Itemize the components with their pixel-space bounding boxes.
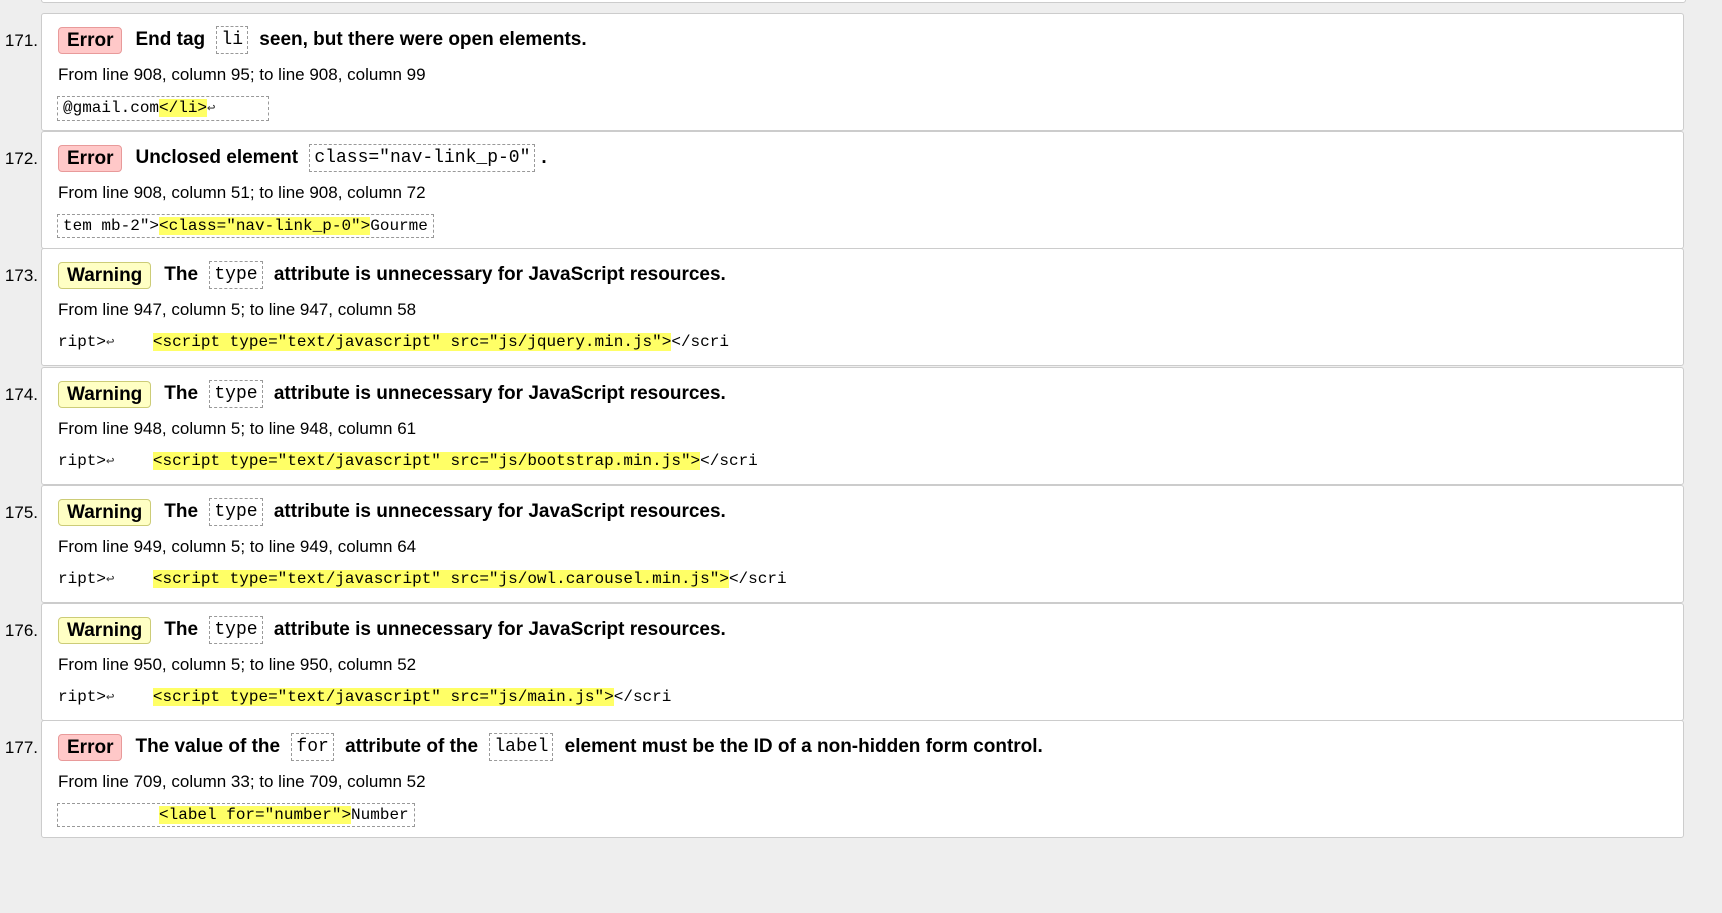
error-badge: Error [58,144,123,172]
source-extract: <label for="number">Number [57,803,415,827]
message-text-segment: seen, but there were open elements. [254,29,587,50]
warning-badge: Warning [58,261,152,289]
message-number: 171. [4,31,38,50]
extract-text: ript> [58,688,107,706]
error-badge: Error [58,733,123,761]
message-number: 176. [4,621,38,640]
message-heading: Warning The type attribute is unnecessary… [58,615,726,645]
message-location: From line 908, column 95; to line 908, c… [58,65,426,84]
message-number: 177. [4,738,38,757]
message-text: The type attribute is unnecessary for Ja… [164,615,726,645]
highlighted-code: <script type="text/javascript" src="js/m… [152,688,614,706]
code-token: label [489,733,554,761]
source-extract: tem mb-2"><class="nav-link_p-0">Gourme [57,214,434,238]
extract-text [114,452,152,470]
message-text-segment: attribute of the [339,736,484,757]
message-text-segment: element must be the ID of a non-hidden f… [559,736,1043,757]
message-text-segment: The [164,383,204,404]
code-token: for [291,733,334,761]
message-heading: Warning The type attribute is unnecessary… [58,379,726,409]
message-location: From line 709, column 33; to line 709, c… [58,772,426,791]
extract-text: ript> [58,570,107,588]
message-heading: Warning The type attribute is unnecessary… [58,497,726,527]
message-text-segment: End tag [135,29,211,50]
message-text: The type attribute is unnecessary for Ja… [164,260,726,290]
highlighted-code: <script type="text/javascript" src="js/o… [152,570,729,588]
extract-text: Gourme [370,217,428,235]
code-token: type [209,380,263,408]
extract-text: ript> [58,452,107,470]
message-text-segment: attribute is unnecessary for JavaScript … [268,383,726,404]
message-number: 173. [4,266,38,285]
code-token: li [216,26,249,54]
code-token: class="nav-link_p-0" [309,144,536,172]
message-text: The type attribute is unnecessary for Ja… [164,497,726,527]
message-text-segment: The value of the [135,736,286,757]
message-card-warning: Warning The type attribute is unnecessary… [41,248,1684,366]
message-number: 175. [4,503,38,522]
highlighted-code: </li> [159,99,208,117]
extract-text [215,99,263,117]
extract-text: Number [351,806,409,824]
message-heading: Warning The type attribute is unnecessary… [58,260,726,290]
message-text-segment: The [164,501,204,522]
validator-message-list: 171. Error End tag li seen, but there were… [0,0,1722,913]
message-heading: Error The value of the for attribute of t… [58,732,1043,762]
warning-badge: Warning [58,616,152,644]
previous-message-card-edge [41,0,1686,3]
message-card-error: Error End tag li seen, but there were ope… [41,13,1684,131]
message-card-error: Error The value of the for attribute of t… [41,720,1684,838]
extract-text: tem mb-2"> [63,217,160,235]
code-token: type [209,616,263,644]
message-text: Unclosed element class="nav-link_p-0". [135,143,547,173]
extract-text: </scri [728,570,787,588]
extract-text: </scri [671,333,729,351]
message-text-segment: attribute is unnecessary for JavaScript … [268,264,726,285]
warning-badge: Warning [58,498,152,526]
source-extract: ript>↩ <script type="text/javascript" sr… [58,450,758,473]
error-badge: Error [58,26,123,54]
message-card-warning: Warning The type attribute is unnecessary… [41,485,1684,603]
extract-text: </scri [613,688,672,706]
highlighted-code: <script type="text/javascript" src="js/j… [152,333,672,351]
message-text-segment: attribute is unnecessary for JavaScript … [268,501,726,522]
message-text: The type attribute is unnecessary for Ja… [164,379,726,409]
message-number: 174. [4,385,38,404]
message-heading: Error Unclosed element class="nav-link_p-… [58,143,547,173]
code-token: type [209,261,263,289]
message-location: From line 948, column 5; to line 948, co… [58,419,417,438]
message-text-segment: . [541,147,547,168]
message-number: 172. [4,149,38,168]
message-location: From line 950, column 5; to line 950, co… [58,655,417,674]
source-extract: ript>↩ <script type="text/javascript" sr… [58,568,787,591]
highlighted-code: <class="nav-link_p-0"> [159,217,371,235]
message-text: End tag li seen, but there were open ele… [135,25,587,55]
message-text-segment: The [164,619,204,640]
source-extract: ript>↩ <script type="text/javascript" sr… [58,331,729,354]
message-text-segment: attribute is unnecessary for JavaScript … [268,619,726,640]
message-heading: Error End tag li seen, but there were ope… [58,25,587,55]
message-card-error: Error Unclosed element class="nav-link_p-… [41,131,1684,249]
message-text-segment: Unclosed element [135,147,304,168]
message-card-warning: Warning The type attribute is unnecessary… [41,367,1684,485]
message-text: The value of the for attribute of the la… [135,732,1043,762]
extract-text [114,570,152,588]
extract-text [63,806,159,824]
code-token: type [209,498,263,526]
extract-text [114,333,152,351]
highlighted-code: <script type="text/javascript" src="js/b… [152,452,701,470]
message-card-warning: Warning The type attribute is unnecessary… [41,603,1684,721]
message-location: From line 908, column 51; to line 908, c… [58,183,426,202]
message-location: From line 949, column 5; to line 949, co… [58,537,417,556]
message-location: From line 947, column 5; to line 947, co… [58,300,417,319]
extract-text: @gmail.com [63,99,160,117]
message-text-segment: The [164,264,204,285]
extract-text [114,688,152,706]
extract-text: ript> [58,333,107,351]
warning-badge: Warning [58,380,152,408]
source-extract: @gmail.com</li>↩ [57,96,270,121]
highlighted-code: <label for="number"> [159,806,352,824]
source-extract: ript>↩ <script type="text/javascript" sr… [58,686,671,709]
extract-text: </scri [700,452,758,470]
